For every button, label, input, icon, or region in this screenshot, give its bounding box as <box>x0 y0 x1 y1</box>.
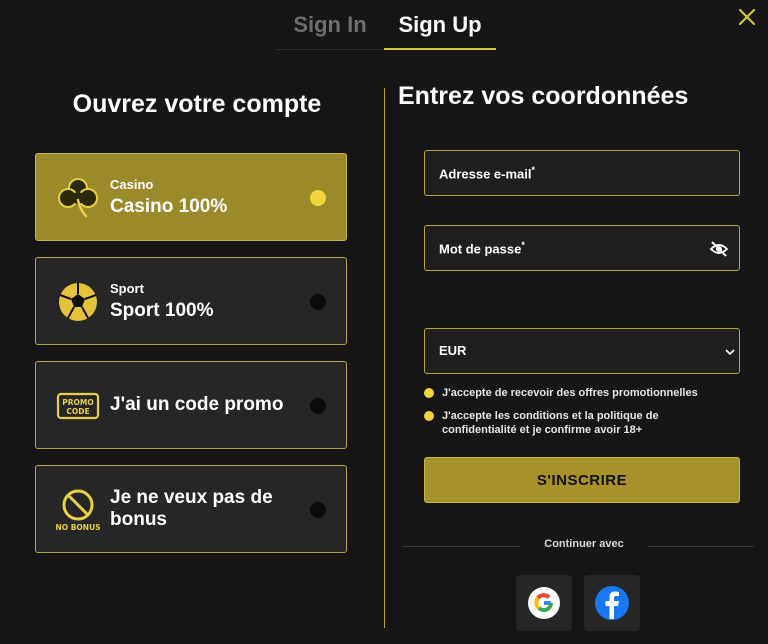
bonus-option-casino[interactable]: Casino Casino 100% <box>35 153 347 241</box>
email-input[interactable] <box>425 151 739 195</box>
check-indicator[interactable] <box>424 388 434 398</box>
bonus-option-no-bonus[interactable]: NO BONUS Je ne veux pas de bonus <box>35 465 347 553</box>
form-title: Entrez vos coordonnées <box>398 82 689 110</box>
google-login-button[interactable] <box>516 575 572 631</box>
radio-selected[interactable] <box>310 190 326 206</box>
promo-offers-checkbox[interactable]: J'accepte de recevoir des offres promoti… <box>424 386 744 400</box>
tab-sign-up[interactable]: Sign Up <box>384 10 496 50</box>
bonus-section-title: Ouvrez votre compte <box>72 90 322 118</box>
auth-tabs: Sign In Sign Up <box>0 0 768 52</box>
promo-offers-text: J'accepte de recevoir des offres promoti… <box>442 387 698 399</box>
radio-unselected[interactable] <box>310 294 326 310</box>
bonus-option-sport[interactable]: Sport Sport 100% <box>35 257 347 345</box>
radio-unselected[interactable] <box>310 502 326 518</box>
option-category: Sport <box>110 280 144 296</box>
option-label: Je ne veux pas de bonus <box>110 487 273 530</box>
terms-text: J'accepte les conditions et la politique… <box>442 410 659 436</box>
currency-select[interactable]: EUR <box>424 328 740 374</box>
radio-unselected[interactable] <box>310 398 326 414</box>
option-label: J'ai un code promo <box>110 394 284 415</box>
tab-sign-in[interactable]: Sign In <box>276 10 384 50</box>
facebook-icon <box>595 586 629 620</box>
clover-icon <box>58 178 98 218</box>
google-icon <box>528 587 560 619</box>
column-divider <box>384 88 385 628</box>
currency-value: EUR <box>439 343 467 358</box>
option-category: Casino <box>110 176 154 192</box>
no-bonus-icon: NO BONUS <box>56 489 100 532</box>
password-field[interactable]: Mot de passe* <box>424 225 740 271</box>
no-bonus-icon-text: NO BONUS <box>56 523 100 532</box>
promo-icon-text-1: PROMO <box>62 398 94 407</box>
soccer-ball-icon <box>59 283 97 321</box>
close-icon[interactable] <box>736 6 758 28</box>
eye-slash-icon[interactable] <box>709 239 729 259</box>
facebook-login-button[interactable] <box>584 575 640 631</box>
promo-code-icon: PROMO CODE <box>56 392 100 420</box>
option-label: Sport 100% <box>110 299 214 321</box>
option-label: Casino 100% <box>110 195 228 217</box>
chevron-down-icon <box>725 349 735 356</box>
divider-right <box>648 546 754 547</box>
divider-left <box>402 546 520 547</box>
register-button[interactable]: S'INSCRIRE <box>424 457 740 503</box>
promo-icon-text-2: CODE <box>66 407 89 416</box>
check-indicator[interactable] <box>424 411 434 421</box>
terms-checkbox[interactable]: J'accepte les conditions et la politique… <box>424 409 744 437</box>
continue-with-label: Continuer avec <box>544 538 624 550</box>
email-field[interactable]: Adresse e-mail* <box>424 150 740 196</box>
password-input[interactable] <box>425 226 692 270</box>
bonus-option-promo-code[interactable]: PROMO CODE J'ai un code promo <box>35 361 347 449</box>
